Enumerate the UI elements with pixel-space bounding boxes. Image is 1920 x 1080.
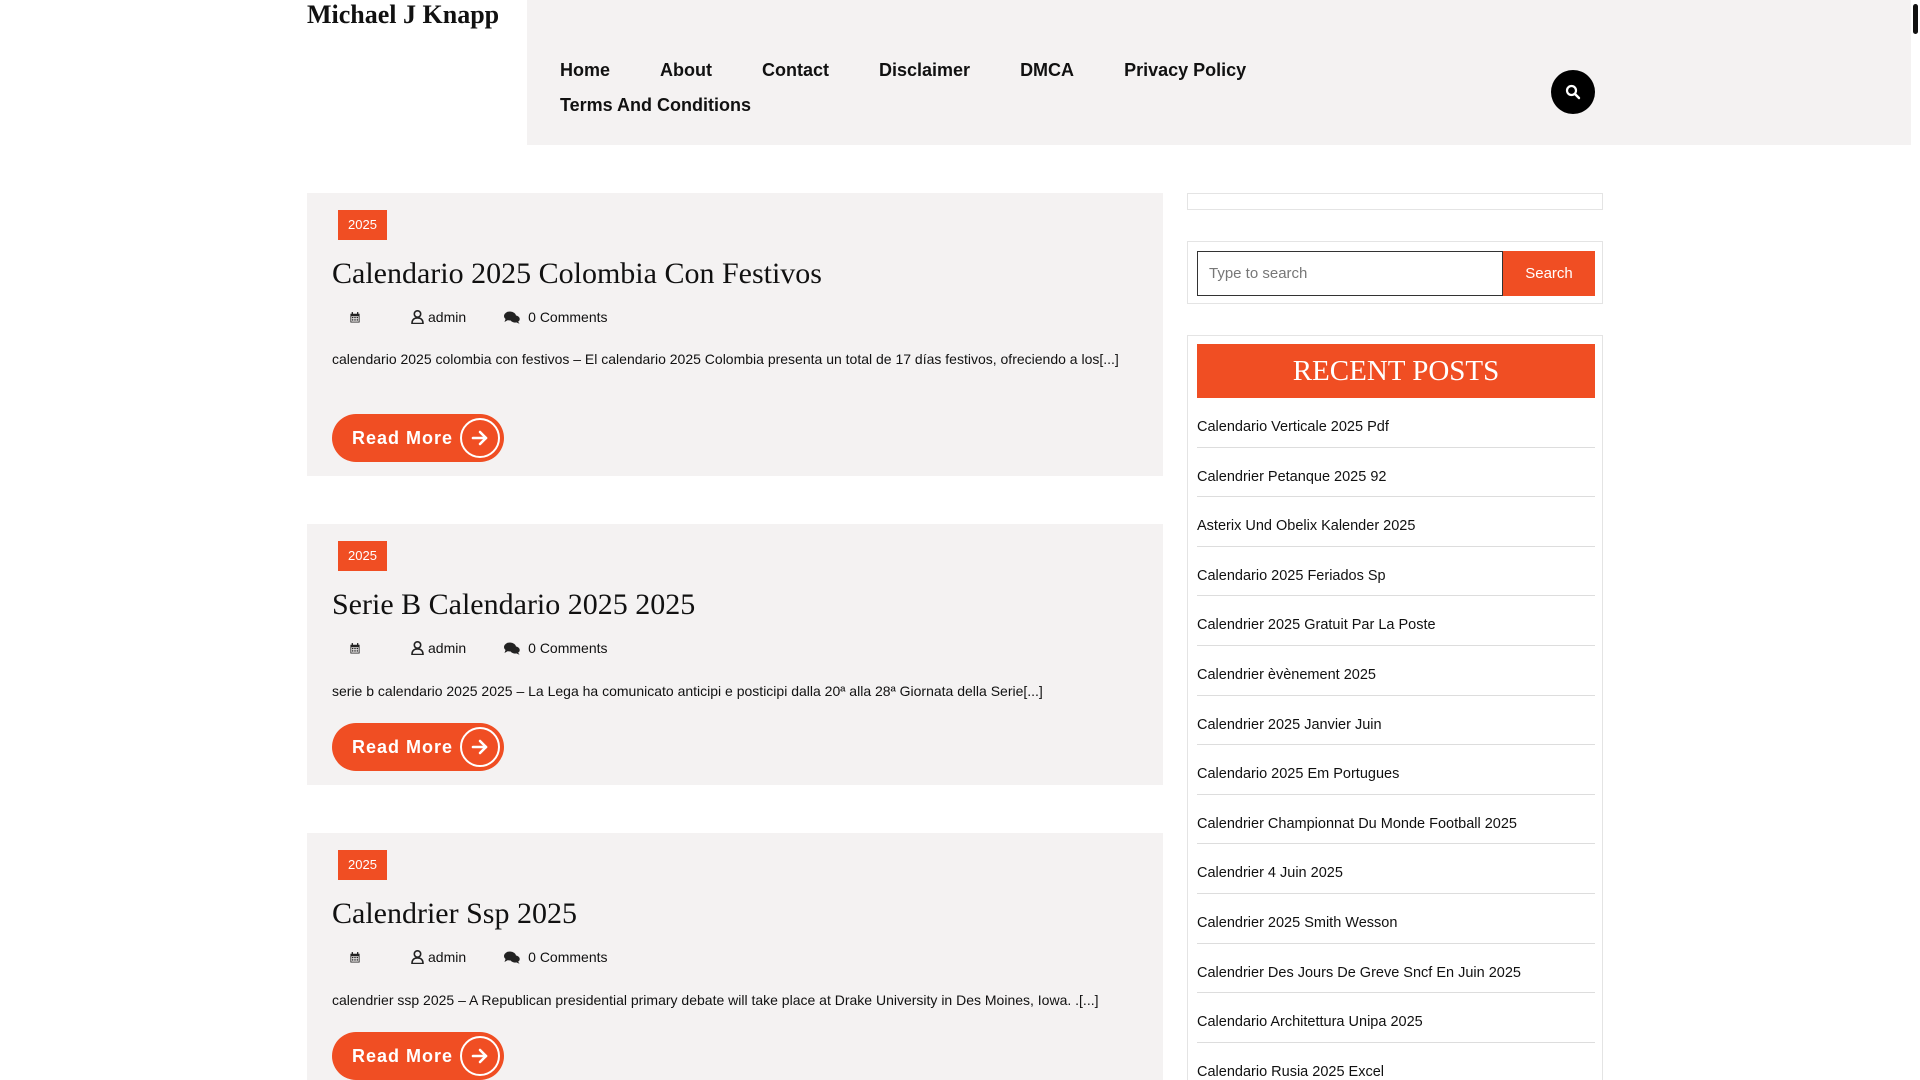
read-more-label: Read More — [352, 427, 454, 448]
read-more-label: Read More — [352, 736, 454, 757]
sidebar-empty-widget — [1187, 193, 1603, 210]
post-author[interactable]: admin — [411, 949, 466, 965]
recent-post-link[interactable]: Calendrier èvènement 2025 — [1197, 646, 1595, 696]
post-title[interactable]: Calendario 2025 Colombia Con Festivos — [332, 257, 822, 291]
post-author[interactable]: admin — [411, 640, 466, 656]
comment-count[interactable]: 0 Comments — [528, 640, 607, 656]
recent-posts-widget: RECENT POSTS Calendario Verticale 2025 P… — [1187, 335, 1603, 1080]
recent-post-link[interactable]: Calendrier 4 Juin 2025 — [1197, 844, 1595, 894]
read-more-label: Read More — [352, 1045, 454, 1066]
post-comments[interactable]: 0 Comments — [504, 640, 608, 656]
post-card: 2025 Calendrier Ssp 2025 admin 0 Comment… — [307, 833, 1163, 1080]
nav-terms-and-conditions[interactable]: Terms And Conditions — [560, 95, 751, 116]
category-badge[interactable]: 2025 — [338, 541, 387, 571]
user-icon — [411, 950, 424, 964]
post-card: 2025 Calendario 2025 Colombia Con Festiv… — [307, 193, 1163, 476]
arrow-right-icon — [460, 418, 500, 458]
search-icon — [1565, 84, 1581, 100]
search-button[interactable]: Search — [1503, 251, 1595, 296]
arrow-right-icon — [460, 727, 500, 767]
post-comments[interactable]: 0 Comments — [504, 309, 608, 325]
calendar-icon — [350, 951, 360, 962]
recent-post-link[interactable]: Calendrier 2025 Smith Wesson — [1197, 894, 1595, 944]
read-more-button[interactable]: Read More — [332, 414, 504, 462]
post-excerpt: calendario 2025 colombia con festivos – … — [332, 351, 1119, 367]
header-search-button[interactable] — [1551, 70, 1595, 114]
post-title[interactable]: Calendrier Ssp 2025 — [332, 897, 577, 931]
nav-home[interactable]: Home — [560, 60, 610, 81]
recent-post-link[interactable]: Calendario Verticale 2025 Pdf — [1197, 398, 1595, 448]
read-more-button[interactable]: Read More — [332, 1032, 504, 1080]
read-more-button[interactable]: Read More — [332, 723, 504, 771]
main-menu: Home About Contact Disclaimer DMCA Privacy Po… — [560, 60, 1320, 130]
nav-bar: Home About Contact Disclaimer DMCA Privacy Po… — [527, 0, 1911, 145]
comments-icon — [504, 951, 520, 964]
comments-icon — [504, 311, 520, 324]
sidebar-search-widget: Search — [1187, 241, 1603, 304]
nav-about[interactable]: About — [660, 60, 712, 81]
recent-post-link[interactable]: Calendrier 2025 Janvier Juin — [1197, 696, 1595, 746]
nav-privacy-policy[interactable]: Privacy Policy — [1124, 60, 1246, 81]
recent-posts-title: RECENT POSTS — [1197, 344, 1595, 398]
recent-post-link[interactable]: Calendrier Des Jours De Greve Sncf En Ju… — [1197, 944, 1595, 994]
post-author[interactable]: admin — [411, 309, 466, 325]
author-name[interactable]: admin — [428, 640, 466, 656]
recent-post-link[interactable]: Calendrier Championnat Du Monde Football… — [1197, 795, 1595, 845]
calendar-icon — [350, 642, 360, 653]
post-meta: admin 0 Comments — [332, 949, 608, 965]
comment-count[interactable]: 0 Comments — [528, 309, 607, 325]
author-name[interactable]: admin — [428, 949, 466, 965]
user-icon — [411, 641, 424, 655]
comment-count[interactable]: 0 Comments — [528, 949, 607, 965]
recent-post-link[interactable]: Calendario 2025 Em Portugues — [1197, 745, 1595, 795]
recent-post-link[interactable]: Asterix Und Obelix Kalender 2025 — [1197, 497, 1595, 547]
post-date — [350, 641, 364, 655]
post-meta: admin 0 Comments — [332, 309, 608, 325]
post-meta: admin 0 Comments — [332, 640, 608, 656]
arrow-right-icon — [460, 1036, 500, 1076]
category-badge[interactable]: 2025 — [338, 850, 387, 880]
category-badge[interactable]: 2025 — [338, 210, 387, 240]
post-title[interactable]: Serie B Calendario 2025 2025 — [332, 588, 695, 622]
recent-posts-list: Calendario Verticale 2025 Pdf Calendrier… — [1197, 398, 1595, 1080]
scrollbar-thumb[interactable] — [1913, 4, 1918, 34]
nav-dmca[interactable]: DMCA — [1020, 60, 1074, 81]
search-input[interactable] — [1197, 251, 1503, 296]
calendar-icon — [350, 311, 360, 322]
nav-disclaimer[interactable]: Disclaimer — [879, 60, 970, 81]
post-excerpt: calendrier ssp 2025 – A Republican presi… — [332, 992, 1099, 1008]
nav-contact[interactable]: Contact — [762, 60, 829, 81]
recent-post-link[interactable]: Calendario 2025 Feriados Sp — [1197, 547, 1595, 597]
comments-icon — [504, 642, 520, 655]
recent-post-link[interactable]: Calendario Architettura Unipa 2025 — [1197, 993, 1595, 1043]
post-date — [350, 310, 364, 324]
author-name[interactable]: admin — [428, 309, 466, 325]
post-excerpt: serie b calendario 2025 2025 – La Lega h… — [332, 683, 1043, 699]
user-icon — [411, 310, 424, 324]
recent-post-link[interactable]: Calendario Rusia 2025 Excel — [1197, 1043, 1595, 1080]
post-date — [350, 950, 364, 964]
post-card: 2025 Serie B Calendario 2025 2025 admin … — [307, 524, 1163, 785]
site-title[interactable]: Michael J Knapp — [307, 0, 499, 30]
post-comments[interactable]: 0 Comments — [504, 949, 608, 965]
recent-post-link[interactable]: Calendrier Petanque 2025 92 — [1197, 448, 1595, 498]
recent-post-link[interactable]: Calendrier 2025 Gratuit Par La Poste — [1197, 596, 1595, 646]
